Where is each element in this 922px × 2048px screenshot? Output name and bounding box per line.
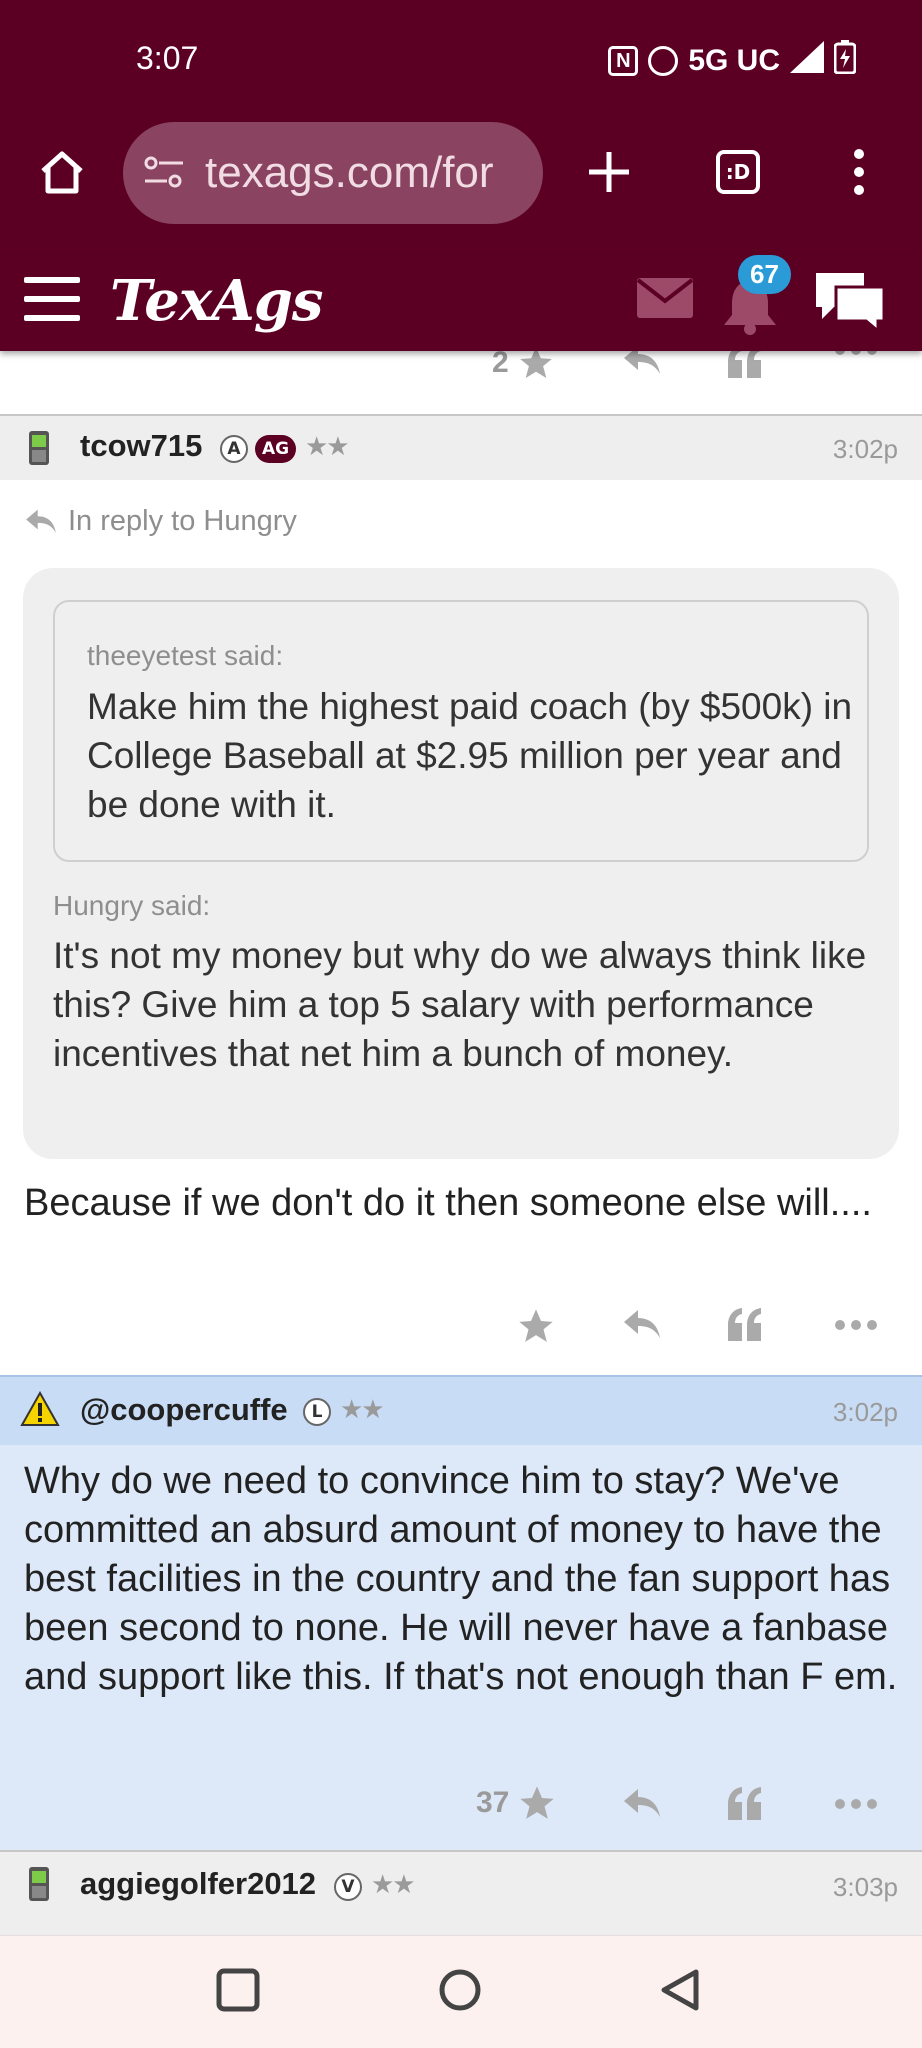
tab-count-label: :D: [725, 160, 751, 184]
messages-button[interactable]: [636, 277, 694, 323]
more-horiz-icon: [835, 1799, 877, 1809]
home-icon: [41, 151, 83, 194]
status-icons: N 5G UC: [608, 40, 857, 82]
star-icon: [519, 1309, 553, 1342]
user-badge-a: A: [220, 435, 248, 463]
tabs-icon: :D: [716, 150, 760, 194]
system-nav-bar: [0, 1935, 922, 2048]
user-rating-stars: ★★: [305, 432, 350, 462]
nested-quote-author: theeyetest said:: [87, 640, 284, 671]
reply-icon: [624, 1310, 660, 1338]
reply-icon: [26, 509, 56, 533]
post-star-count: 37: [476, 1786, 510, 1819]
reply-to-text: In reply to Hungry: [68, 505, 297, 537]
hamburger-menu-button[interactable]: [24, 277, 80, 325]
circle-icon: [439, 1969, 481, 2011]
plus-icon: [589, 152, 629, 192]
post-quote-button[interactable]: [726, 1307, 764, 1341]
chat-bubbles-icon: [816, 273, 886, 335]
status-time: 3:07: [136, 40, 199, 76]
phone-icon: [29, 431, 49, 465]
user-rating-stars: ★★: [371, 1870, 416, 1900]
post-body: Because if we don't do it then someone e…: [24, 1182, 872, 1224]
user-badge-ag: AG: [255, 435, 297, 463]
more-vert-icon: [854, 149, 864, 195]
post-reply-button[interactable]: [622, 1787, 662, 1821]
url-bar[interactable]: texags.com/for: [123, 122, 543, 224]
recents-button[interactable]: [216, 1968, 260, 2016]
new-tab-button[interactable]: [574, 137, 644, 207]
back-triangle-icon: [661, 1969, 699, 2011]
post-more-button[interactable]: [834, 1798, 878, 1810]
post-username[interactable]: aggiegolfer2012: [80, 1866, 316, 1902]
post-highlighted: @coopercuffe L ★★ 3:02p Why do we need t…: [0, 1375, 922, 1850]
post-star-button[interactable]: [516, 1306, 556, 1346]
quote-author: Hungry said:: [53, 890, 211, 921]
nested-quote-text: Make him the highest paid coach (by $500…: [87, 686, 853, 825]
post-username[interactable]: @coopercuffe: [80, 1392, 288, 1428]
prev-star-count: 2: [492, 346, 509, 379]
home-button[interactable]: [27, 137, 97, 207]
status-bar: 3:07 N 5G UC: [0, 0, 922, 120]
notification-count-badge: 67: [738, 255, 791, 294]
post-star-button[interactable]: 37: [476, 1783, 557, 1823]
post-time: 3:02p: [832, 1397, 898, 1427]
user-rating-stars: ★★: [340, 1395, 385, 1425]
quote-icon: [728, 1308, 761, 1341]
quote-block: theeyetest said: Make him the highest pa…: [23, 568, 899, 1159]
square-icon: [216, 1968, 260, 2012]
more-horiz-icon: [835, 1320, 877, 1330]
alarm-icon: [648, 46, 679, 76]
network-label: 5G UC: [688, 44, 780, 77]
post-time: 3:03p: [832, 1872, 898, 1902]
tabs-button[interactable]: :D: [703, 137, 773, 207]
back-nav-button[interactable]: [658, 1968, 702, 2016]
battery-icon: [833, 40, 857, 82]
post-more-button[interactable]: [834, 1319, 878, 1331]
post-header: @coopercuffe L ★★ 3:02p: [0, 1377, 922, 1445]
site-logo[interactable]: TexAgs: [110, 268, 323, 334]
nested-quote-block: theeyetest said: Make him the highest pa…: [53, 600, 869, 862]
home-nav-button[interactable]: [438, 1968, 482, 2016]
user-badge-v: V: [334, 1873, 362, 1901]
chat-button[interactable]: [812, 269, 888, 337]
url-text: texags.com/for: [205, 148, 494, 197]
site-header: TexAgs 67: [0, 255, 922, 351]
post-time: 3:02p: [832, 434, 898, 464]
quote-icon: [728, 1787, 761, 1820]
post-body: Why do we need to convince him to stay? …: [24, 1460, 898, 1698]
post-header: tcow715 A AG ★★ 3:02p: [0, 414, 922, 480]
reply-icon: [624, 1789, 660, 1817]
post-username[interactable]: tcow715: [80, 428, 202, 464]
signal-icon: [790, 41, 824, 81]
browser-menu-button[interactable]: [824, 137, 894, 207]
warning-icon: [20, 1391, 60, 1426]
nfc-icon: N: [608, 46, 639, 76]
envelope-icon: [636, 278, 694, 318]
phone-icon: [29, 1867, 49, 1901]
quote-text: It's not my money but why do we always t…: [53, 935, 867, 1074]
post-reply-button[interactable]: [622, 1308, 662, 1342]
site-settings-icon: [144, 156, 183, 188]
post-quote-button[interactable]: [726, 1786, 764, 1820]
reply-to-link[interactable]: In reply to Hungry: [24, 505, 297, 538]
post-header: aggiegolfer2012 V ★★ 3:03p: [0, 1850, 922, 1935]
star-icon: [520, 1786, 555, 1819]
user-badge-l: L: [303, 1398, 331, 1426]
